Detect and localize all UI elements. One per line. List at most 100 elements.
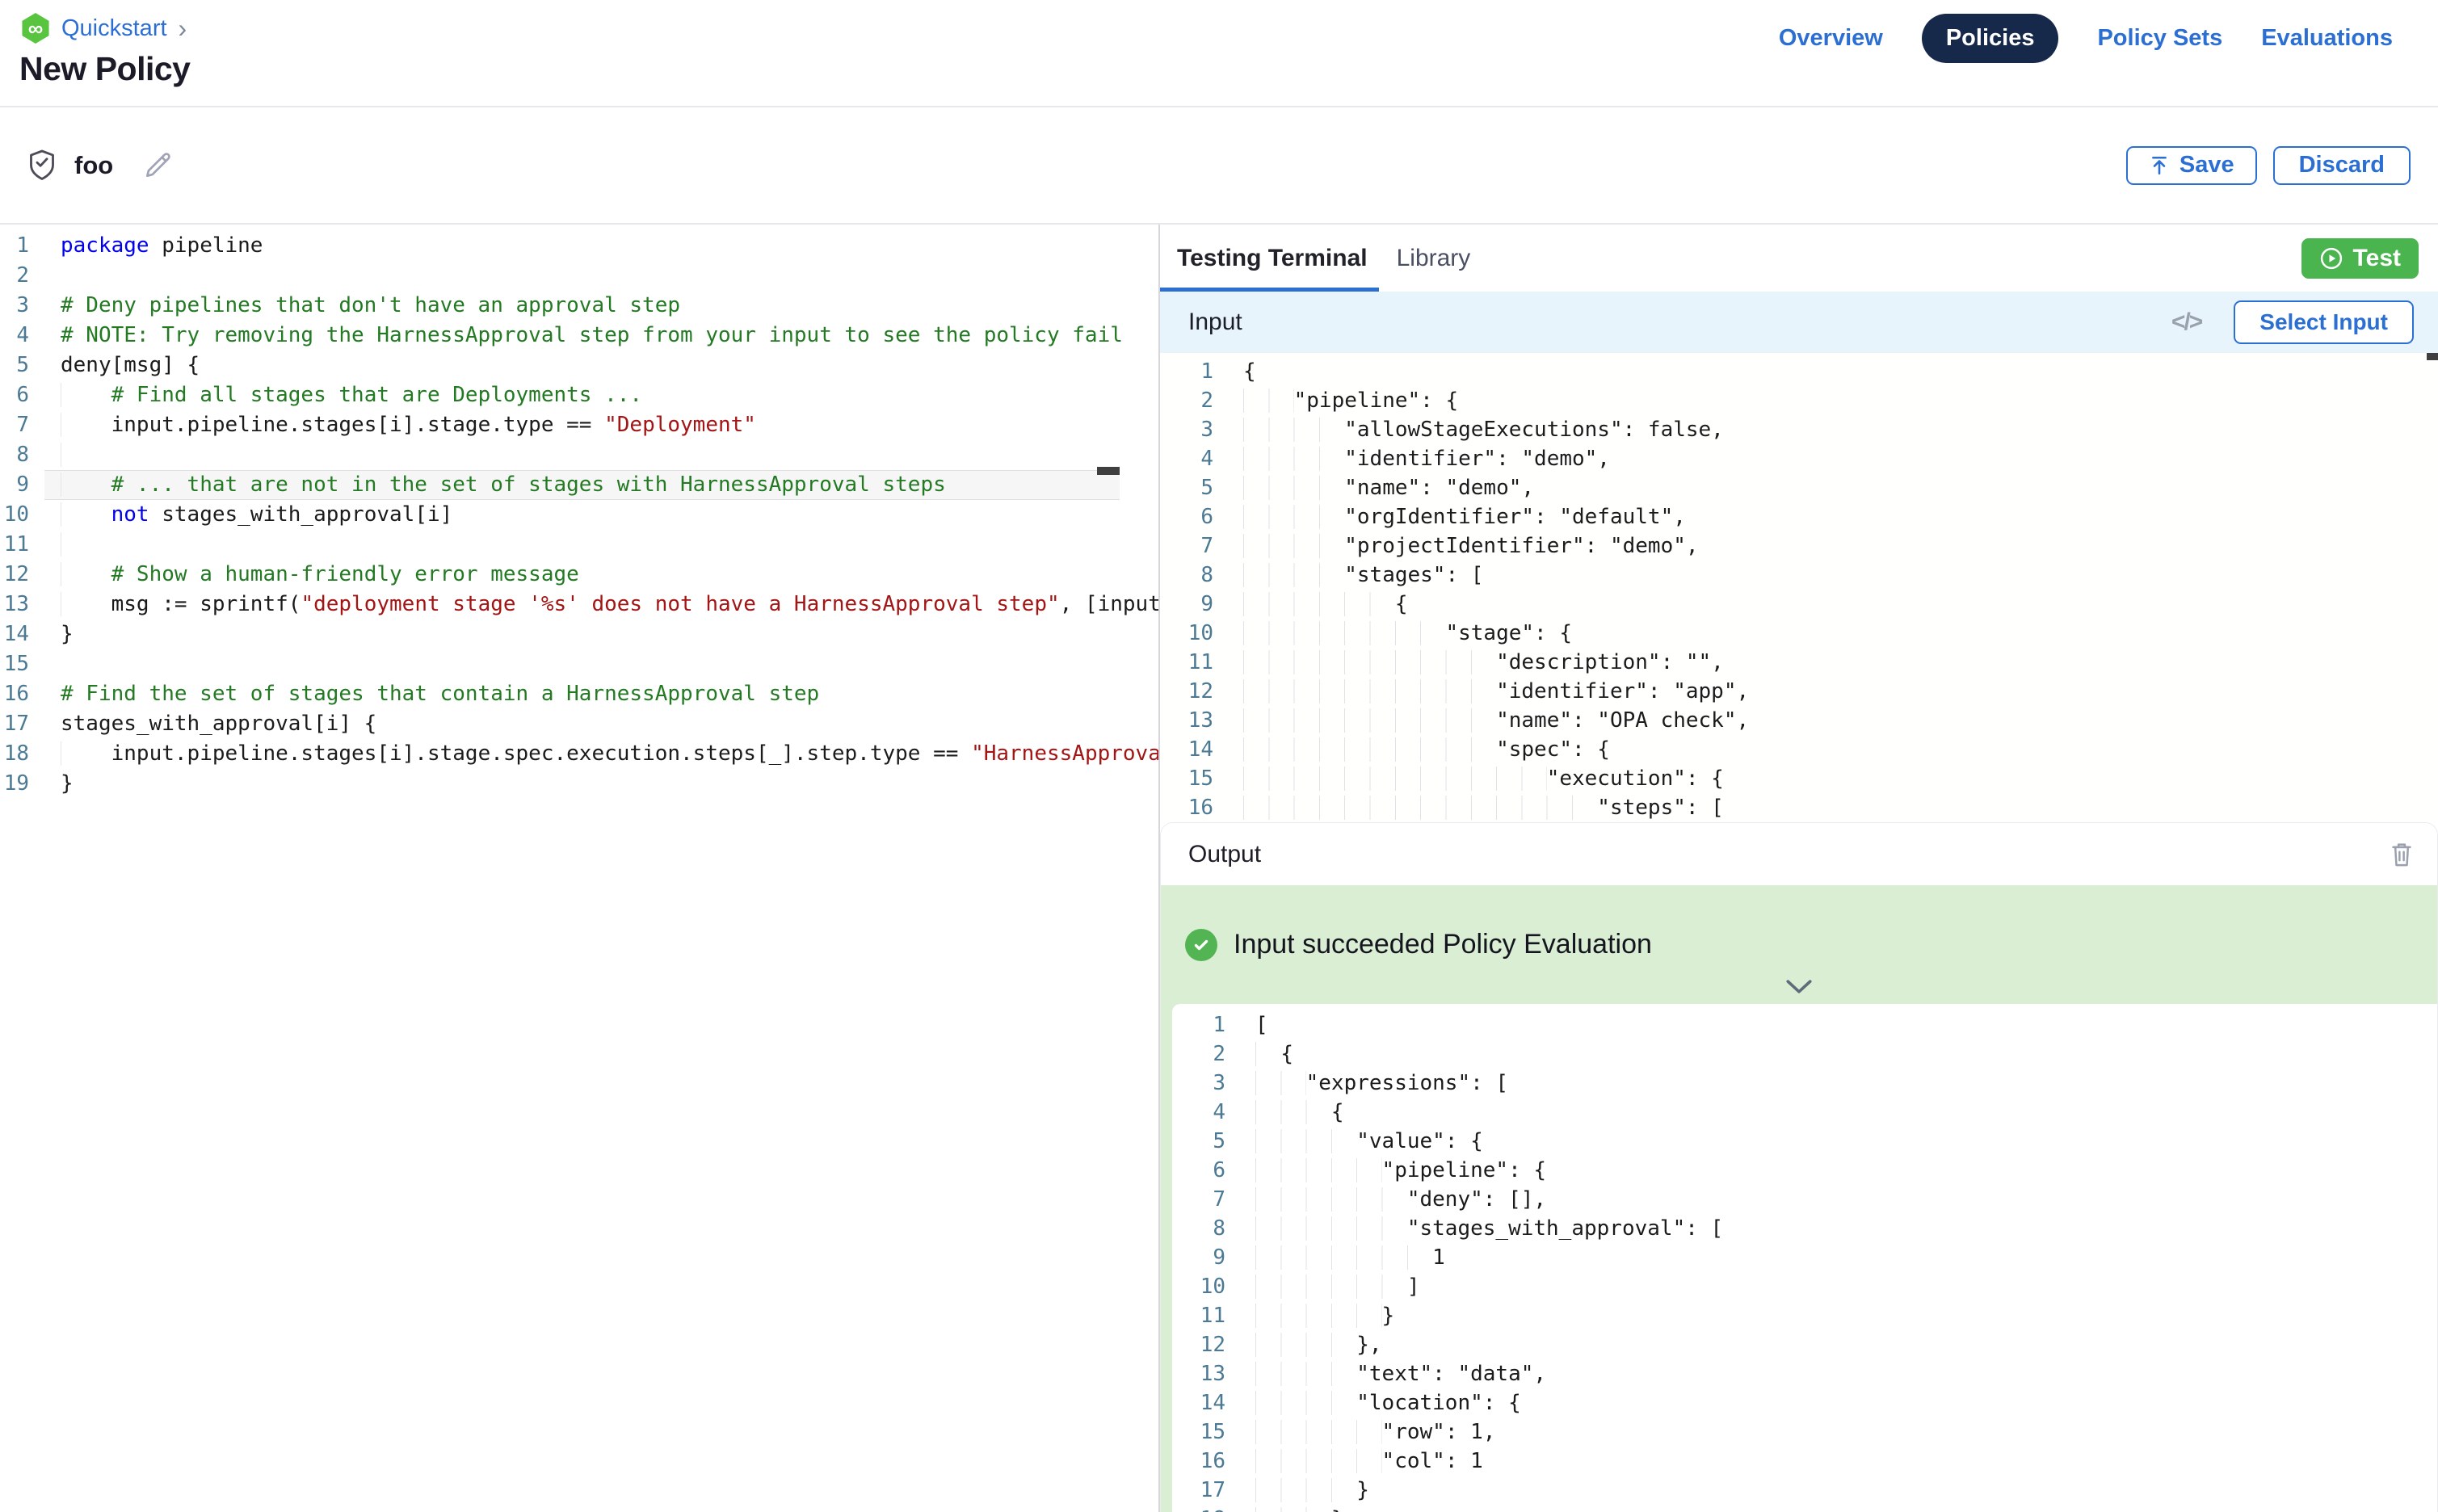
line-number: 12 xyxy=(0,560,29,590)
code-line: 16 "steps": [ xyxy=(1160,793,2438,822)
line-number: 1 xyxy=(1160,357,1213,386)
nav-item-overview[interactable]: Overview xyxy=(1779,25,1883,52)
line-number: 2 xyxy=(1172,1040,1225,1069)
code-line: 13 "name": "OPA check", xyxy=(1160,706,2438,735)
line-number: 13 xyxy=(1160,706,1213,735)
code-line: 2 xyxy=(0,261,1120,291)
line-number: 6 xyxy=(1172,1156,1225,1185)
breadcrumb: ∞ Quickstart › xyxy=(21,13,190,44)
code-line: 5deny[msg] { xyxy=(0,351,1120,380)
code-line: 12 "identifier": "app", xyxy=(1160,677,2438,706)
code-line: 19} xyxy=(0,769,1120,799)
line-number: 8 xyxy=(1172,1214,1225,1243)
code-line: 17stages_with_approval[i] { xyxy=(0,709,1120,739)
code-line: 7 input.pipeline.stages[i].stage.type ==… xyxy=(0,410,1120,440)
tab-library[interactable]: Library xyxy=(1385,225,1482,292)
nav-item-evaluations[interactable]: Evaluations xyxy=(2261,25,2393,52)
code-line: 9 1 xyxy=(1172,1243,2437,1272)
pencil-icon xyxy=(142,150,173,181)
breadcrumb-link-quickstart[interactable]: Quickstart xyxy=(61,15,167,42)
line-number: 3 xyxy=(1160,415,1213,444)
line-number: 1 xyxy=(1172,1010,1225,1040)
main-content: 1package pipeline23# Deny pipelines that… xyxy=(0,225,2438,1512)
code-line: 11 xyxy=(0,530,1120,560)
code-line: 11 "description": "", xyxy=(1160,648,2438,677)
select-input-button[interactable]: Select Input xyxy=(2234,300,2414,344)
test-button[interactable]: Test xyxy=(2301,238,2419,279)
save-button[interactable]: Save xyxy=(2126,146,2257,185)
code-line: 6 "pipeline": { xyxy=(1172,1156,2437,1185)
top-nav: Overview Policies Policy Sets Evaluation… xyxy=(1779,0,2438,106)
code-line: 12 }, xyxy=(1172,1330,2437,1359)
expand-result-button[interactable] xyxy=(1784,978,1814,996)
line-number: 9 xyxy=(1172,1243,1225,1272)
code-line: 6 "orgIdentifier": "default", xyxy=(1160,502,2438,531)
line-number: 1 xyxy=(0,231,29,261)
tab-testing-terminal[interactable]: Testing Terminal xyxy=(1160,225,1379,292)
line-number: 2 xyxy=(1160,386,1213,415)
code-line: 18 input.pipeline.stages[i].stage.spec.e… xyxy=(0,739,1120,769)
line-number: 19 xyxy=(0,769,29,799)
testing-terminal-panel: Testing Terminal Library Test Input </> … xyxy=(1160,225,2438,1512)
line-number: 9 xyxy=(1160,590,1213,619)
line-number: 10 xyxy=(1172,1272,1225,1301)
line-number: 11 xyxy=(1172,1301,1225,1330)
code-line: 5 "name": "demo", xyxy=(1160,473,2438,502)
code-line: 4 { xyxy=(1172,1098,2437,1127)
line-number: 10 xyxy=(0,500,29,530)
line-number: 11 xyxy=(0,530,29,560)
line-number: 5 xyxy=(0,351,29,380)
code-line: 16 "col": 1 xyxy=(1172,1447,2437,1476)
line-number: 10 xyxy=(1160,619,1213,648)
input-json-editor[interactable]: 1{2 "pipeline": {3 "allowStageExecutions… xyxy=(1160,353,2438,822)
policy-name: foo xyxy=(74,151,113,180)
line-number: 12 xyxy=(1172,1330,1225,1359)
line-number: 8 xyxy=(0,440,29,470)
line-number: 18 xyxy=(0,739,29,769)
success-check-icon xyxy=(1185,929,1217,961)
line-number: 5 xyxy=(1172,1127,1225,1156)
code-line: 4 "identifier": "demo", xyxy=(1160,444,2438,473)
line-number: 5 xyxy=(1160,473,1213,502)
line-number: 13 xyxy=(1172,1359,1225,1388)
clear-output-button[interactable] xyxy=(2389,841,2415,868)
code-line: 7 "deny": [], xyxy=(1172,1185,2437,1214)
save-label: Save xyxy=(2179,152,2234,178)
chevron-down-icon xyxy=(1784,986,1814,998)
line-number: 16 xyxy=(1172,1447,1225,1476)
code-view-icon[interactable]: </> xyxy=(2171,309,2201,336)
line-number: 15 xyxy=(1172,1418,1225,1447)
line-number: 18 xyxy=(1172,1505,1225,1512)
nav-item-policy-sets[interactable]: Policy Sets xyxy=(2097,25,2222,52)
code-line: 12 # Show a human-friendly error message xyxy=(0,560,1120,590)
edit-name-button[interactable] xyxy=(142,150,173,181)
policy-code-editor[interactable]: 1package pipeline23# Deny pipelines that… xyxy=(0,225,1160,1512)
nav-item-policies[interactable]: Policies xyxy=(1922,14,2059,63)
line-number: 15 xyxy=(0,649,29,679)
upload-icon xyxy=(2149,155,2170,176)
line-number: 15 xyxy=(1160,764,1213,793)
code-line: 7 "projectIdentifier": "demo", xyxy=(1160,531,2438,561)
input-label: Input xyxy=(1188,309,1242,336)
line-number: 6 xyxy=(1160,502,1213,531)
output-json-viewer: 1[2 {3 "expressions": [4 {5 "value": {6 … xyxy=(1172,1004,2437,1512)
terminal-tabs: Testing Terminal Library Test xyxy=(1160,225,2438,292)
line-number: 14 xyxy=(1160,735,1213,764)
line-number: 17 xyxy=(0,709,29,739)
code-line: 1[ xyxy=(1172,1010,2437,1040)
code-line: 2 { xyxy=(1172,1040,2437,1069)
evaluation-result-banner: Input succeeded Policy Evaluation xyxy=(1161,885,2437,1004)
discard-button[interactable]: Discard xyxy=(2273,146,2411,185)
code-line: 6 # Find all stages that are Deployments… xyxy=(0,380,1120,410)
discard-label: Discard xyxy=(2299,152,2385,178)
output-result-area: 1[2 {3 "expressions": [4 {5 "value": {6 … xyxy=(1161,1004,2437,1512)
policy-toolbar: foo Save Discard xyxy=(0,107,2438,225)
code-line: 8 xyxy=(0,440,1120,470)
evaluation-result-text: Input succeeded Policy Evaluation xyxy=(1234,929,1652,960)
code-line: 13 msg := sprintf("deployment stage '%s'… xyxy=(0,590,1120,620)
line-number: 4 xyxy=(1160,444,1213,473)
harness-logo-icon: ∞ xyxy=(21,13,50,44)
line-number: 16 xyxy=(0,679,29,709)
play-circle-icon xyxy=(2319,246,2343,271)
code-line: 14 "spec": { xyxy=(1160,735,2438,764)
